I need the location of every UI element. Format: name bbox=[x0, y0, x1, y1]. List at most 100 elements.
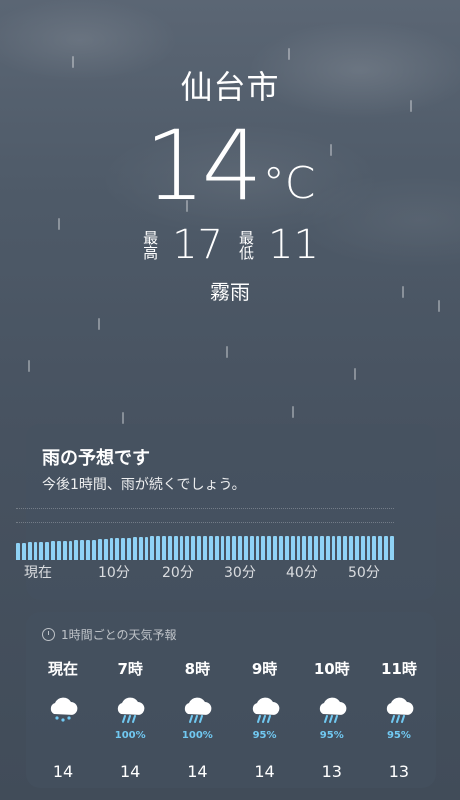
precip-bar bbox=[162, 536, 166, 560]
hour-label: 9時 bbox=[251, 660, 278, 678]
drizzle-cloud-icon bbox=[30, 694, 96, 728]
hour-label: 11時 bbox=[381, 660, 417, 678]
rain-drop bbox=[354, 368, 356, 380]
rain-drop bbox=[28, 360, 30, 372]
precip-bar bbox=[86, 539, 90, 560]
hour-temperature: 13 bbox=[388, 762, 410, 781]
precip-chance: 95% bbox=[252, 730, 277, 741]
location-header: 仙台市 bbox=[0, 62, 460, 108]
precip-bar bbox=[366, 536, 371, 560]
precip-bar bbox=[91, 539, 96, 560]
precip-bar bbox=[45, 541, 50, 560]
precipitation-chart bbox=[16, 500, 394, 560]
hour-item: 9時 95% 14 bbox=[232, 658, 298, 781]
precip-chance: 95% bbox=[319, 730, 344, 741]
precip-bar bbox=[390, 536, 394, 560]
precip-bar bbox=[80, 540, 85, 560]
precip-bar bbox=[255, 536, 260, 560]
rain-cloud-icon bbox=[97, 694, 163, 728]
precip-bar bbox=[74, 540, 79, 560]
precip-bar bbox=[378, 536, 383, 560]
precip-bar bbox=[267, 536, 272, 560]
precip-bar bbox=[384, 536, 388, 560]
current-temperature: 14 °C bbox=[0, 118, 460, 214]
precip-bar bbox=[115, 538, 120, 560]
hourly-forecast-card[interactable]: 1時間ごとの天気予報 現在 14 7時 100% 14 8時 100% 14 9時 95% 14 10… bbox=[26, 612, 436, 788]
precip-chance: 100% bbox=[114, 730, 146, 741]
precip-bar bbox=[308, 536, 313, 560]
precip-bar bbox=[337, 536, 342, 560]
precip-bar bbox=[68, 540, 73, 560]
precip-bar bbox=[27, 542, 32, 560]
precip-bar bbox=[273, 536, 277, 560]
high-label: 最高 bbox=[141, 230, 160, 260]
hour-temperature: 13 bbox=[321, 762, 342, 781]
precip-bar bbox=[214, 536, 219, 560]
hour-item: 11時 95% 13 bbox=[366, 658, 432, 781]
hour-label: 10時 bbox=[313, 660, 350, 678]
precip-bar bbox=[132, 536, 137, 560]
rain-drop bbox=[98, 318, 100, 330]
rain-card-subtitle: 今後1時間、雨が続くでしょう。 bbox=[42, 477, 246, 493]
time-axis-label: 30分 bbox=[224, 565, 256, 581]
hour-temperature: 14 bbox=[187, 762, 208, 781]
precip-bar bbox=[97, 538, 102, 560]
precip-bar bbox=[220, 536, 225, 560]
rain-drop bbox=[122, 412, 124, 424]
precip-bar bbox=[243, 536, 248, 560]
precip-bar bbox=[261, 536, 266, 560]
precip-bar bbox=[232, 536, 237, 560]
time-axis: 現在 10分 20分 30分 40分 50分 bbox=[16, 562, 394, 582]
precip-bar bbox=[167, 536, 172, 560]
clock-icon bbox=[42, 628, 55, 641]
precip-bar bbox=[121, 537, 126, 560]
precip-chance: 100% bbox=[181, 730, 213, 741]
hour-item: 7時 100% 14 bbox=[97, 658, 163, 781]
condition-text: 霧雨 bbox=[210, 280, 250, 304]
precip-bar bbox=[197, 536, 201, 560]
hourly-row[interactable]: 現在 14 7時 100% 14 8時 100% 14 9時 95% 14 10時 95% 13 11時 95… bbox=[30, 658, 432, 781]
hour-temperature: 14 bbox=[254, 762, 275, 781]
rain-cloud-icon bbox=[366, 694, 432, 728]
hour-label: 7時 bbox=[117, 660, 143, 678]
precip-bar bbox=[372, 536, 377, 560]
hour-item: 8時 100% 14 bbox=[164, 658, 230, 781]
precip-bar bbox=[296, 536, 301, 560]
precip-bar bbox=[21, 542, 26, 560]
hour-temperature: 14 bbox=[52, 762, 74, 781]
hour-label: 現在 bbox=[47, 660, 78, 678]
temperature-unit: °C bbox=[262, 158, 316, 209]
precip-chance bbox=[30, 730, 96, 744]
precip-bar bbox=[284, 536, 289, 560]
precip-bar bbox=[238, 536, 242, 560]
hour-item: 10時 95% 13 bbox=[299, 658, 365, 781]
precip-chance: 95% bbox=[386, 730, 411, 741]
precip-bar bbox=[343, 536, 348, 560]
precip-bar bbox=[16, 542, 20, 560]
precip-bar bbox=[314, 536, 318, 560]
precip-bar bbox=[185, 536, 190, 560]
precip-bar bbox=[203, 536, 207, 560]
precip-bar bbox=[278, 536, 283, 560]
rain-drop bbox=[226, 346, 228, 358]
rain-drop bbox=[288, 48, 290, 60]
precip-bar bbox=[51, 541, 55, 560]
precip-bar bbox=[331, 536, 336, 560]
time-axis-label: 40分 bbox=[286, 565, 318, 581]
rain-cloud-icon bbox=[164, 694, 230, 728]
hourly-card-header: 1時間ごとの天気予報 bbox=[42, 626, 177, 643]
precip-bar bbox=[109, 538, 114, 560]
time-axis-label: 20分 bbox=[162, 565, 194, 581]
precip-bar bbox=[325, 536, 330, 560]
precip-bar bbox=[354, 536, 359, 560]
rain-card-title: 雨の予想です bbox=[42, 448, 150, 469]
hour-item: 現在 14 bbox=[30, 658, 96, 781]
precip-bar bbox=[156, 536, 161, 560]
precip-bar bbox=[290, 536, 295, 560]
precip-bar bbox=[138, 536, 143, 560]
precip-bar bbox=[226, 536, 231, 560]
precip-bar bbox=[319, 536, 324, 560]
precip-bar bbox=[349, 536, 353, 560]
hour-temperature: 14 bbox=[120, 762, 141, 781]
precip-bar bbox=[150, 536, 155, 560]
